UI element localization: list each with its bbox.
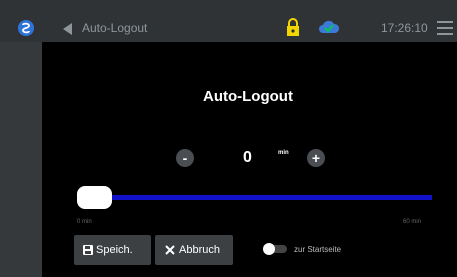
slider-thumb[interactable]: [77, 186, 112, 209]
slider-min-label: 0 min: [77, 219, 92, 225]
cancel-label: Abbruch: [179, 244, 220, 256]
timeout-value: 0: [243, 149, 252, 166]
cloud-check-icon[interactable]: [318, 19, 340, 34]
cancel-button[interactable]: Abbruch: [155, 235, 233, 265]
header-title: Auto-Logout: [82, 21, 148, 35]
panel-heading: Auto-Logout: [203, 88, 293, 105]
increment-button[interactable]: +: [307, 149, 325, 167]
save-icon: [83, 245, 93, 258]
home-toggle-knob[interactable]: [263, 243, 275, 255]
clock-time: 17:26:10: [381, 21, 428, 35]
close-icon: [165, 245, 175, 258]
back-arrow-icon[interactable]: [63, 22, 72, 35]
slider-track[interactable]: [104, 195, 432, 200]
sidebar: [0, 42, 42, 277]
decrement-button[interactable]: -: [176, 149, 194, 167]
home-toggle-label: zur Startseite: [294, 245, 342, 254]
lock-icon[interactable]: [286, 18, 300, 36]
menu-icon[interactable]: [437, 21, 453, 35]
save-button[interactable]: Speich.: [74, 235, 151, 265]
save-label: Speich.: [96, 244, 133, 256]
logo-icon[interactable]: [18, 20, 34, 36]
slider-max-label: 60 min: [403, 219, 422, 225]
value-unit: min: [278, 150, 289, 156]
